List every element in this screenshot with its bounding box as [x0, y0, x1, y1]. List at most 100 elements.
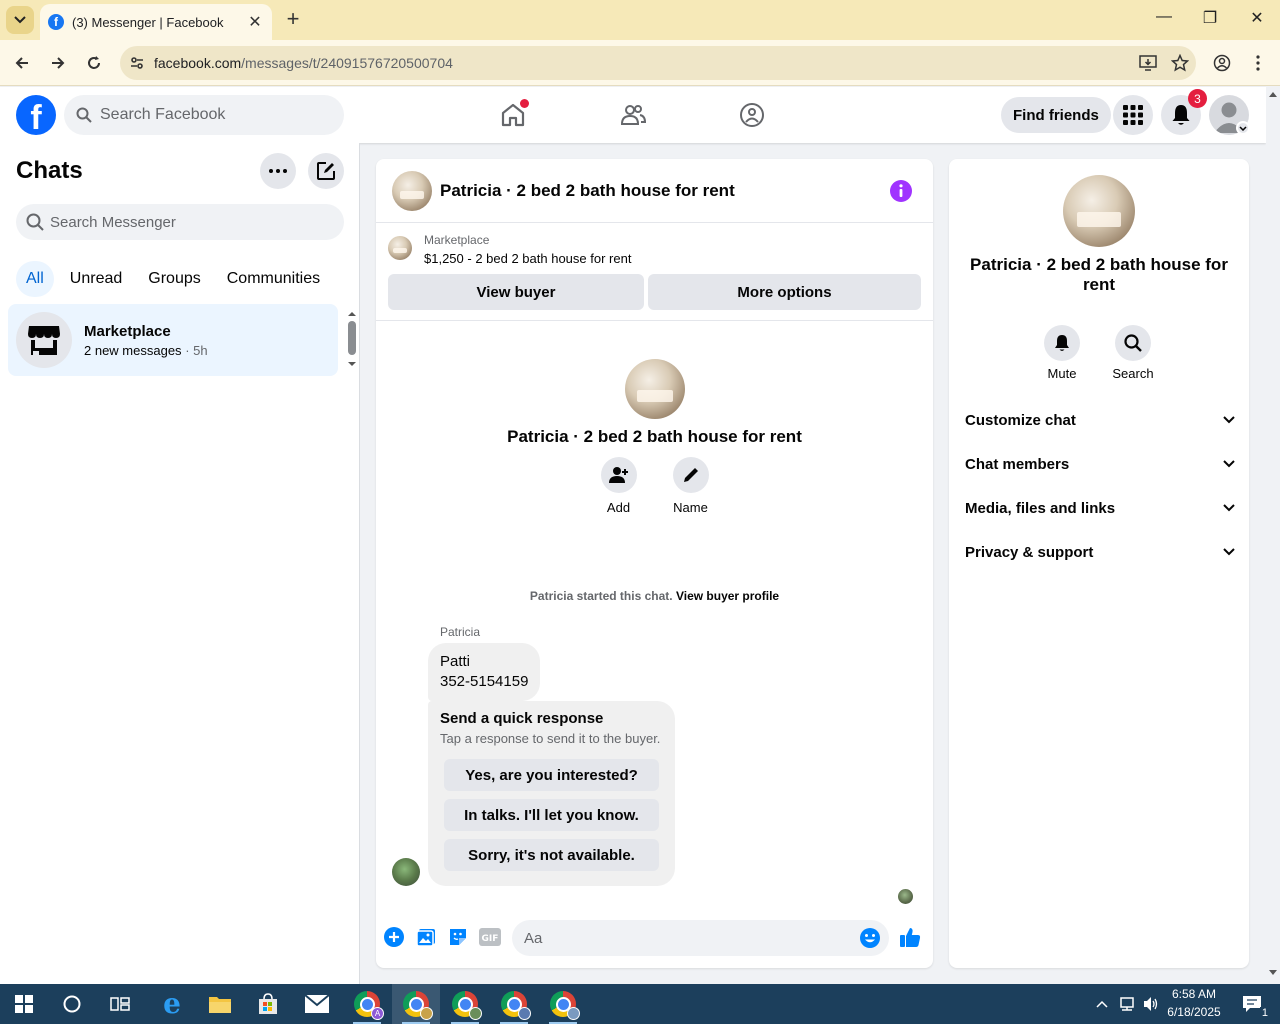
page-scrollbar[interactable] [1266, 87, 1280, 984]
filter-tab-all[interactable]: All [16, 261, 54, 297]
view-buyer-button[interactable]: View buyer [388, 274, 644, 310]
info-icon[interactable] [889, 179, 913, 203]
mail-app[interactable] [293, 984, 341, 1024]
conversation-avatar[interactable] [392, 170, 432, 211]
more-options-button[interactable]: More options [648, 274, 921, 310]
chevron-up-icon [1096, 1000, 1108, 1008]
message-input[interactable] [524, 929, 859, 947]
sticker-icon [450, 929, 466, 945]
quick-response-button[interactable]: In talks. I'll let you know. [444, 799, 659, 831]
message-bubble[interactable]: Patti 352-5154159 [428, 643, 541, 701]
tab-list-button[interactable] [6, 6, 34, 34]
chat-list-scrollbar[interactable] [346, 308, 358, 370]
svg-text:GIF: GIF [482, 934, 499, 944]
start-button[interactable] [0, 984, 48, 1024]
chat-members-section[interactable]: Chat members [965, 446, 1235, 482]
facebook-search-input[interactable] [100, 106, 330, 124]
chrome-window-1[interactable]: A [343, 984, 391, 1024]
message-composer[interactable] [512, 920, 889, 956]
chrome-window-3[interactable] [441, 984, 489, 1024]
new-tab-button[interactable]: + [282, 8, 304, 30]
url-path: /messages/t/24091576720500704 [241, 55, 453, 71]
quick-response-button[interactable]: Sorry, it's not available. [444, 839, 659, 871]
send-like-button[interactable] [898, 925, 922, 949]
notifications-badge: 3 [1188, 89, 1207, 108]
marketplace-avatar [16, 312, 72, 368]
chat-filter-tabs: All Unread Groups Communities [16, 261, 330, 297]
volume-control[interactable] [1138, 984, 1164, 1024]
mute-action[interactable]: Mute [1032, 325, 1092, 381]
task-view-icon [110, 997, 130, 1011]
file-explorer-app[interactable] [196, 984, 244, 1024]
account-menu-caret[interactable] [1236, 121, 1250, 135]
site-info-icon[interactable] [120, 55, 154, 71]
clock-date[interactable]: 6/18/2025 [1164, 1005, 1224, 1019]
forward-button[interactable] [45, 50, 71, 76]
emoji-icon[interactable] [859, 927, 881, 949]
nav-home[interactable] [499, 99, 529, 129]
more-actions-button[interactable] [382, 925, 406, 949]
profile-button[interactable] [1209, 50, 1235, 76]
install-app-icon[interactable] [1132, 55, 1164, 71]
restore-button[interactable]: ❐ [1198, 8, 1222, 28]
quick-response-button[interactable]: Yes, are you interested? [444, 759, 659, 791]
chevron-down-icon [14, 16, 26, 24]
nav-groups[interactable] [738, 101, 766, 129]
kebab-menu-icon [1256, 55, 1260, 71]
menu-button[interactable] [1113, 95, 1153, 135]
new-message-button[interactable] [308, 153, 344, 189]
sticker-button[interactable] [446, 925, 470, 949]
conversation-title[interactable]: Patricia · 2 bed 2 bath house for rent [440, 181, 889, 201]
privacy-support-section[interactable]: Privacy & support [965, 534, 1235, 570]
address-bar[interactable]: facebook.com/messages/t/2409157672050070… [120, 46, 1196, 80]
bookmark-star-icon[interactable] [1164, 54, 1196, 72]
back-button[interactable] [9, 50, 35, 76]
listing-title[interactable]: $1,250 - 2 bed 2 bath house for rent [424, 251, 631, 266]
browser-tab[interactable]: f (3) Messenger | Facebook ✕ [40, 4, 272, 40]
chrome-window-5[interactable] [539, 984, 587, 1024]
clock-time[interactable]: 6:58 AM [1164, 987, 1224, 1001]
chat-list-item[interactable]: Marketplace 2 new messages · 5h [8, 304, 338, 376]
find-friends-button[interactable]: Find friends [1001, 97, 1111, 133]
view-buyer-profile-link[interactable]: View buyer profile [676, 589, 779, 603]
tab-close-icon[interactable]: ✕ [246, 12, 264, 32]
store-app[interactable] [244, 984, 292, 1024]
action-center-count: 1 [1259, 1007, 1270, 1019]
messenger-search-input[interactable] [50, 213, 330, 231]
chrome-window-4[interactable] [490, 984, 538, 1024]
reload-button[interactable] [81, 50, 107, 76]
filter-tab-communities[interactable]: Communities [217, 261, 330, 297]
url-text: facebook.com/messages/t/2409157672050070… [154, 55, 1132, 71]
filter-tab-unread[interactable]: Unread [60, 261, 132, 297]
notifications-button[interactable]: 3 [1161, 89, 1207, 135]
windows-taskbar: e A 6:58 AM 6/18/2025 1 [0, 984, 1280, 1024]
search-in-chat-action[interactable]: Search [1103, 325, 1163, 381]
tab-title: (3) Messenger | Facebook [72, 14, 224, 30]
chats-options-button[interactable] [260, 153, 296, 189]
name-chat-action[interactable]: Name [672, 457, 709, 515]
messenger-search[interactable] [16, 204, 344, 240]
minimize-button[interactable]: — [1152, 8, 1176, 26]
add-people-action[interactable]: Add [600, 457, 637, 515]
task-view-button[interactable] [96, 984, 144, 1024]
filter-tab-groups[interactable]: Groups [138, 261, 210, 297]
media-files-links-section[interactable]: Media, files and links [965, 490, 1235, 526]
gif-button[interactable]: GIF [478, 925, 502, 949]
sender-avatar[interactable] [392, 858, 420, 886]
circle-search-icon [63, 995, 81, 1013]
cortana-search-button[interactable] [48, 984, 96, 1024]
edge-app[interactable]: e [148, 984, 196, 1024]
customize-chat-section[interactable]: Customize chat [965, 402, 1235, 438]
chrome-window-2[interactable] [392, 984, 440, 1024]
action-center-button[interactable]: 1 [1232, 984, 1272, 1024]
bell-icon [1172, 105, 1190, 125]
tray-overflow-button[interactable] [1088, 984, 1116, 1024]
network-status[interactable] [1114, 984, 1140, 1024]
facebook-logo[interactable]: f [16, 95, 56, 135]
nav-friends[interactable] [619, 101, 647, 129]
close-window-button[interactable]: ✕ [1245, 8, 1269, 28]
home-notification-dot [520, 99, 529, 108]
browser-menu-button[interactable] [1245, 50, 1271, 76]
facebook-search[interactable] [64, 95, 344, 135]
attach-photo-button[interactable] [414, 925, 438, 949]
